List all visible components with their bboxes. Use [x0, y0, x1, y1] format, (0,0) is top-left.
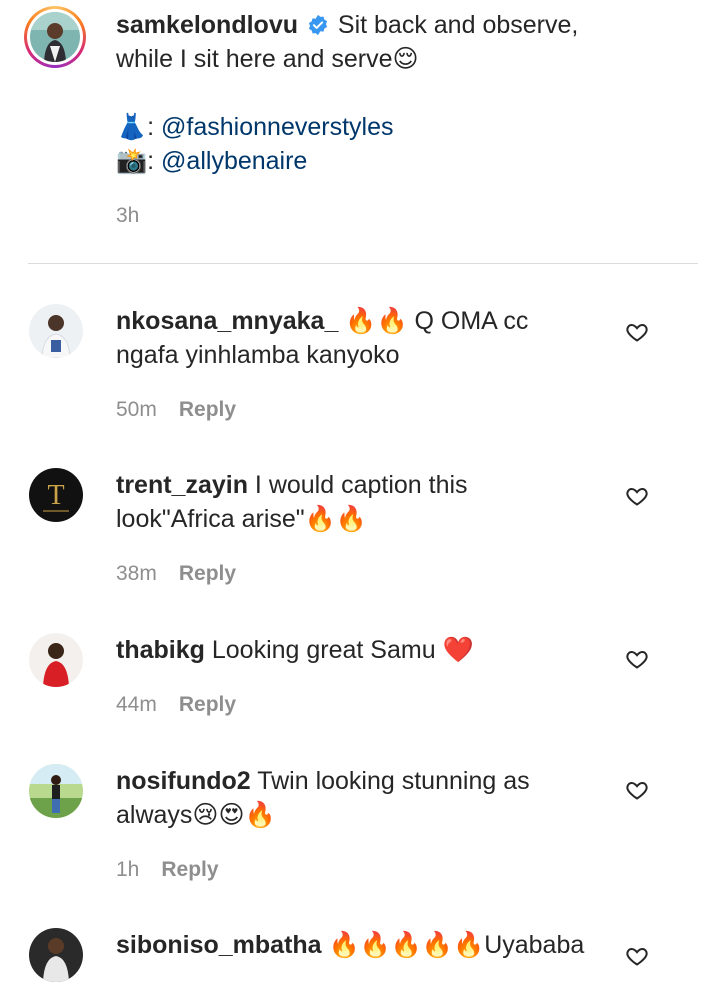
comment-body: thabikg Looking great Samu ❤️: [116, 633, 596, 667]
like-heart-icon[interactable]: [625, 944, 649, 968]
comment-text: Twin looking stunning as: [250, 767, 530, 795]
comment-meta: 38m Reply: [116, 562, 236, 586]
relieved-face-emoji: 😌: [392, 44, 419, 73]
comment-username[interactable]: nkosana_mnyaka_: [116, 307, 338, 335]
comment-username[interactable]: trent_zayin: [116, 471, 248, 499]
comment-text-2: look"Africa arise": [116, 505, 305, 533]
fire-emojis: 🔥🔥: [345, 306, 408, 335]
comment-body: siboniso_mbatha 🔥🔥🔥🔥🔥Uyababa: [116, 928, 596, 962]
red-heart-emoji: ❤️: [442, 635, 474, 664]
caption-line-2: while I sit here and serve😌: [116, 42, 419, 76]
comment-text: Uyababa: [484, 931, 585, 959]
post-caption: samkelondlovu Sit back and observe, whil…: [0, 0, 720, 264]
svg-text:T: T: [47, 480, 64, 511]
comment-text-2: always: [116, 801, 193, 829]
comment-timestamp: 1h: [116, 858, 140, 881]
comment-text: I would caption this: [247, 471, 468, 499]
comment-timestamp: 44m: [116, 693, 157, 716]
comment-meta: 44m Reply: [116, 693, 236, 717]
reply-button[interactable]: Reply: [179, 562, 236, 585]
like-heart-icon[interactable]: [625, 484, 649, 508]
verified-badge-icon: [308, 14, 328, 36]
caption-text-1: Sit back and observe,: [337, 11, 579, 39]
commenter-avatar[interactable]: [29, 928, 83, 982]
comment-text: Looking great Samu: [204, 636, 443, 664]
comment-username[interactable]: thabikg: [116, 636, 205, 664]
reply-button[interactable]: Reply: [179, 693, 236, 716]
post-username[interactable]: samkelondlovu: [116, 11, 298, 39]
reply-button[interactable]: Reply: [179, 398, 236, 421]
commenter-avatar[interactable]: [29, 764, 83, 818]
divider: [28, 263, 698, 264]
like-heart-icon[interactable]: [625, 320, 649, 344]
fire-emojis: 🔥🔥🔥🔥🔥: [328, 930, 485, 959]
dress-emoji: 👗: [116, 112, 148, 141]
comment-meta: 50m Reply: [116, 398, 236, 422]
comment-timestamp: 38m: [116, 562, 157, 585]
comment-timestamp: 50m: [116, 398, 157, 421]
post-author-avatar-ring[interactable]: [24, 6, 86, 68]
commenter-avatar[interactable]: [29, 633, 83, 687]
comment-username[interactable]: siboniso_mbatha: [116, 931, 322, 959]
fire-emojis: 🔥🔥: [304, 504, 367, 533]
like-heart-icon[interactable]: [625, 647, 649, 671]
credit-line-fashion: 👗: @fashionneverstyles: [116, 112, 394, 141]
photo-credit-link[interactable]: @allybenaire: [161, 147, 307, 175]
caption-line-1: samkelondlovu Sit back and observe,: [116, 8, 578, 42]
comment-text: Q OMA cc: [407, 307, 529, 335]
comment-text-2: ngafa yinhlamba kanyoko: [116, 341, 400, 369]
comment-meta: 1h Reply: [116, 858, 219, 882]
comment-body: nkosana_mnyaka_ 🔥🔥 Q OMA cc ngafa yinhla…: [116, 304, 596, 372]
comment-body: nosifundo2 Twin looking stunning as alwa…: [116, 764, 596, 832]
reply-button[interactable]: Reply: [161, 858, 218, 881]
post-author-avatar: [30, 12, 80, 62]
comment-body: trent_zayin I would caption this look"Af…: [116, 468, 596, 536]
like-heart-icon[interactable]: [625, 778, 649, 802]
commenter-avatar[interactable]: T: [29, 468, 83, 522]
commenter-avatar[interactable]: [29, 304, 83, 358]
reaction-emojis: 😢😍🔥: [192, 800, 276, 829]
post-timestamp: 3h: [116, 204, 140, 227]
credit-line-photo: 📸: @allybenaire: [116, 146, 308, 175]
caption-text-2: while I sit here and serve: [116, 45, 393, 73]
comment-username[interactable]: nosifundo2: [116, 767, 251, 795]
camera-emoji: 📸: [116, 146, 148, 175]
fashion-credit-link[interactable]: @fashionneverstyles: [161, 113, 393, 141]
